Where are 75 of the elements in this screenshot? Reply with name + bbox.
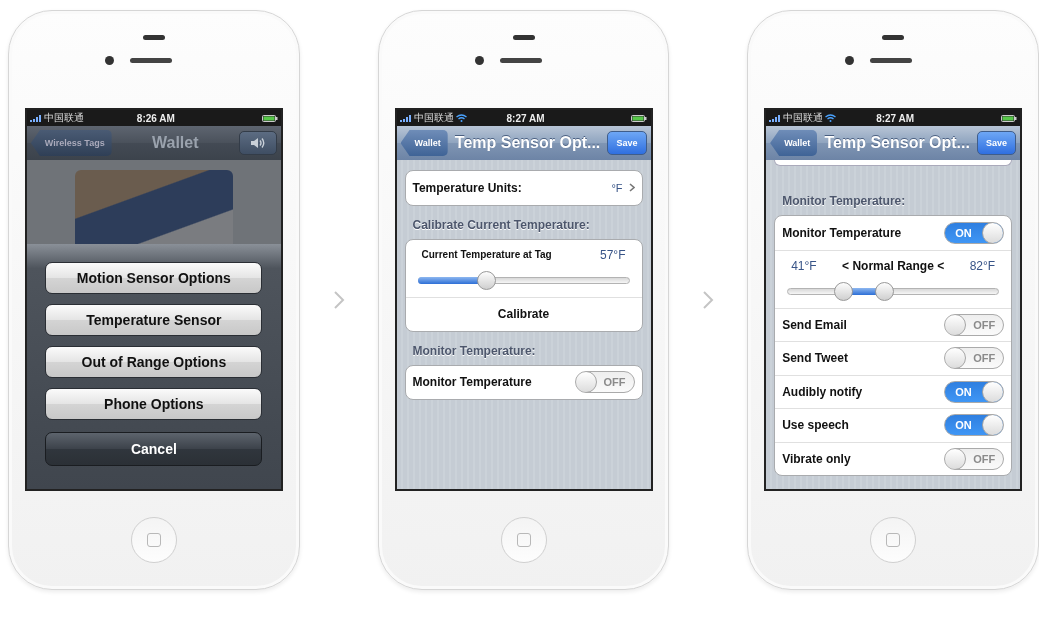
- back-button[interactable]: Wallet: [770, 130, 818, 156]
- toggle-switch[interactable]: OFF: [574, 371, 635, 394]
- row-value: 57°F: [600, 247, 626, 262]
- range-low: 41°F: [791, 258, 817, 273]
- section-header: Monitor Temperature:: [782, 194, 907, 208]
- action-sheet-button[interactable]: Phone Options: [45, 388, 263, 420]
- row-label: Use speech: [782, 418, 849, 433]
- save-button[interactable]: Save: [977, 131, 1017, 155]
- home-button[interactable]: [130, 517, 177, 563]
- chevron-right-icon: [332, 290, 345, 310]
- home-button[interactable]: [500, 517, 547, 563]
- chevron-right-icon: [702, 290, 715, 310]
- speaker-slot: [882, 35, 905, 40]
- row-label: Send Tweet: [782, 351, 848, 366]
- toggle-switch[interactable]: OFF: [944, 313, 1005, 336]
- earpiece-slot: [500, 58, 542, 63]
- back-button[interactable]: Wallet: [400, 130, 448, 156]
- carrier-name: 中国联通: [783, 111, 824, 125]
- speaker-button[interactable]: [238, 131, 277, 155]
- row-value: °F: [611, 181, 623, 194]
- row-label: Temperature Units:: [412, 180, 522, 195]
- row-label: Vibrate only: [782, 451, 851, 466]
- calibrate-button[interactable]: Calibrate: [405, 296, 642, 331]
- battery-icon: [1001, 114, 1018, 122]
- chevron-right-icon: [628, 183, 635, 193]
- battery-icon: [631, 114, 648, 122]
- row-label: Monitor Temperature: [782, 225, 902, 240]
- wifi-icon: [455, 114, 467, 122]
- status-time: 8:27 AM: [876, 112, 915, 124]
- slider-track[interactable]: [787, 281, 1000, 301]
- camera-dot: [844, 56, 854, 65]
- carrier-name: 中国联通: [43, 111, 84, 125]
- home-button[interactable]: [870, 517, 917, 563]
- speaker-slot: [142, 35, 165, 40]
- section-header: Monitor Temperature:: [412, 343, 537, 358]
- toggle-switch[interactable]: ON: [944, 380, 1005, 403]
- speaker-icon: [249, 137, 266, 149]
- slider-thumb[interactable]: [834, 281, 854, 301]
- settings-row[interactable]: Temperature Units: °F: [405, 171, 642, 205]
- status-time: 8:26 AM: [136, 112, 175, 124]
- slider-thumb[interactable]: [477, 270, 497, 290]
- cancel-button[interactable]: Cancel: [45, 432, 263, 466]
- toggle-switch[interactable]: ON: [944, 414, 1005, 437]
- carrier-name: 中国联通: [413, 111, 454, 125]
- back-button[interactable]: Wireless Tags: [30, 130, 112, 156]
- row-label: < Normal Range <: [842, 258, 945, 273]
- signal-icon: [399, 114, 412, 122]
- save-button[interactable]: Save: [607, 131, 647, 155]
- slider-track[interactable]: [417, 270, 630, 290]
- nav-title: Temp Sensor Opt...: [453, 134, 602, 152]
- range-high: 82°F: [969, 258, 996, 273]
- speaker-slot: [512, 35, 535, 40]
- action-sheet-button[interactable]: Temperature Sensor: [45, 304, 263, 336]
- toggle-switch[interactable]: OFF: [944, 447, 1005, 470]
- nav-title: Temp Sensor Opt...: [823, 134, 971, 152]
- section-header: Calibrate Current Temperature:: [412, 217, 591, 232]
- row-label: Audibly notify: [782, 384, 863, 399]
- nav-title: Wallet: [151, 134, 200, 152]
- signal-icon: [29, 114, 42, 122]
- wifi-icon: [825, 114, 837, 122]
- row-label: Monitor Temperature: [412, 375, 532, 390]
- action-sheet-button[interactable]: Motion Sensor Options: [45, 262, 263, 294]
- slider-thumb[interactable]: [874, 281, 894, 301]
- row-label: Current Temperature at Tag: [421, 249, 552, 260]
- toggle-switch[interactable]: OFF: [944, 347, 1005, 370]
- row-label: Send Email: [782, 317, 847, 332]
- earpiece-slot: [130, 58, 173, 63]
- status-time: 8:27 AM: [506, 112, 545, 124]
- toggle-switch[interactable]: ON: [944, 221, 1005, 244]
- battery-icon: [261, 114, 278, 122]
- camera-dot: [475, 56, 484, 65]
- camera-dot: [105, 56, 115, 65]
- action-sheet-button[interactable]: Out of Range Options: [45, 346, 263, 378]
- earpiece-slot: [869, 58, 912, 63]
- signal-icon: [769, 114, 782, 122]
